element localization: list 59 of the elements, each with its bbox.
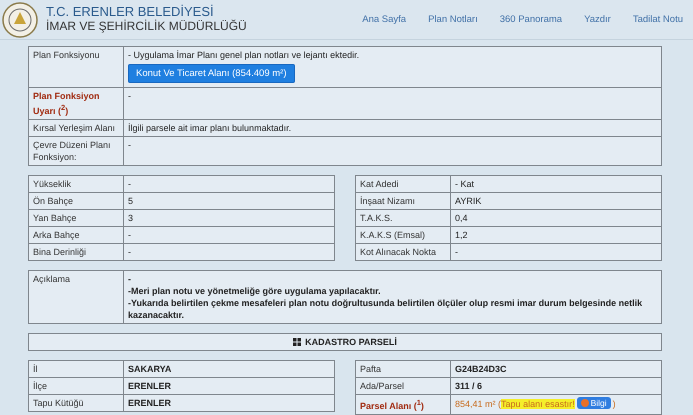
field-value: 854,41 m² (455, 399, 497, 409)
grid-icon (293, 338, 302, 346)
nav-link[interactable]: Yazdır (584, 14, 611, 25)
parenthesis: ) (612, 399, 616, 409)
field-label: Kat Adedi (356, 176, 450, 192)
field-label: T.A.K.S. (356, 210, 450, 226)
field-value: - (450, 244, 662, 260)
page-title: T.C. ERENLER BELEDİYESİ (46, 5, 215, 19)
field-label: Pafta (356, 360, 450, 378)
field-value: - (124, 136, 662, 166)
field-value: 311 / 6 (450, 378, 662, 394)
department-title: İMAR VE ŞEHİRCİLİK MÜDÜRLÜĞÜ (46, 19, 248, 34)
field-label: İl (28, 360, 124, 378)
field-label: Parsel Alanı ($^{1}$) (356, 394, 450, 414)
field-value: 0,4 (450, 210, 662, 226)
field-value: G24B24D3C (450, 360, 662, 378)
field-label: Yükseklik (28, 176, 124, 192)
field-label: Kırsal Yerleşim Alanı (28, 120, 124, 136)
field-label: Ön Bahçe (28, 192, 124, 210)
field-value: 5 (124, 192, 334, 210)
parenthesis: ( (498, 399, 502, 409)
field-value: - Uygulama İmar Planı genel plan notları ve lejantı ektedir. (128, 49, 360, 61)
municipality-logo (2, 2, 38, 38)
field-label: Plan Fonksiyonu (28, 46, 124, 88)
nav-link[interactable]: Plan Notları (428, 14, 478, 25)
field-value: ERENLER (124, 378, 334, 394)
field-value: - (124, 88, 662, 120)
field-label: Tapu Kütüğü (28, 394, 124, 412)
field-value: AYRIK (450, 192, 662, 210)
plan-function-button[interactable]: Konut Ve Ticaret Alanı (854.409 m²) (128, 64, 295, 83)
description-line: -Meri plan notu ve yönetmeliğe göre uygulama yapılacaktır. (128, 285, 382, 297)
field-value: İlgili parsele ait imar planı bulunmaktadır. (124, 120, 662, 136)
field-value: - Kat (450, 176, 662, 192)
nav-link[interactable]: 360 Panorama (500, 14, 562, 25)
field-value: 3 (124, 210, 334, 226)
field-label: K.A.K.S (Emsal) (356, 226, 450, 244)
field-value: ERENLER (124, 394, 334, 412)
field-value: - (124, 226, 334, 244)
nav-link[interactable]: Tadilat Notu (632, 14, 683, 25)
field-value: - (124, 176, 334, 192)
field-value: - (124, 244, 334, 260)
field-label: Arka Bahçe (28, 226, 124, 244)
field-label: Ada/Parsel (356, 378, 450, 394)
description-line: -Yukarıda belirtilen çekme mesafeleri plan notu doğrultusunda belirtilen ölçüler olup resmi imar durum belgesinde netlik kazanacaktır. (128, 297, 644, 321)
field-label: İnşaat Nizamı (356, 192, 450, 210)
field-label: Bina Derinliği (28, 244, 124, 260)
field-label: Yan Bahçe (28, 210, 124, 226)
field-value: 1,2 (450, 226, 662, 244)
field-label: Plan Fonksiyon Uyarı ($^{2}$) (28, 88, 124, 120)
field-value: SAKARYA (124, 360, 334, 378)
section-title: KADASTRO PARSELİ (305, 337, 397, 347)
highlighted-note: Tapu alanı esastır! (501, 399, 575, 409)
description-line: - (128, 273, 132, 285)
field-label: Açıklama (28, 270, 124, 324)
field-label: Çevre Düzeni Planı Fonksiyon: (28, 136, 124, 166)
field-label: Kot Alınacak Nokta (356, 244, 450, 260)
field-label: İlçe (28, 378, 124, 394)
nav-link[interactable]: Ana Sayfa (362, 14, 406, 25)
info-button[interactable]: Bilgi (576, 397, 611, 409)
